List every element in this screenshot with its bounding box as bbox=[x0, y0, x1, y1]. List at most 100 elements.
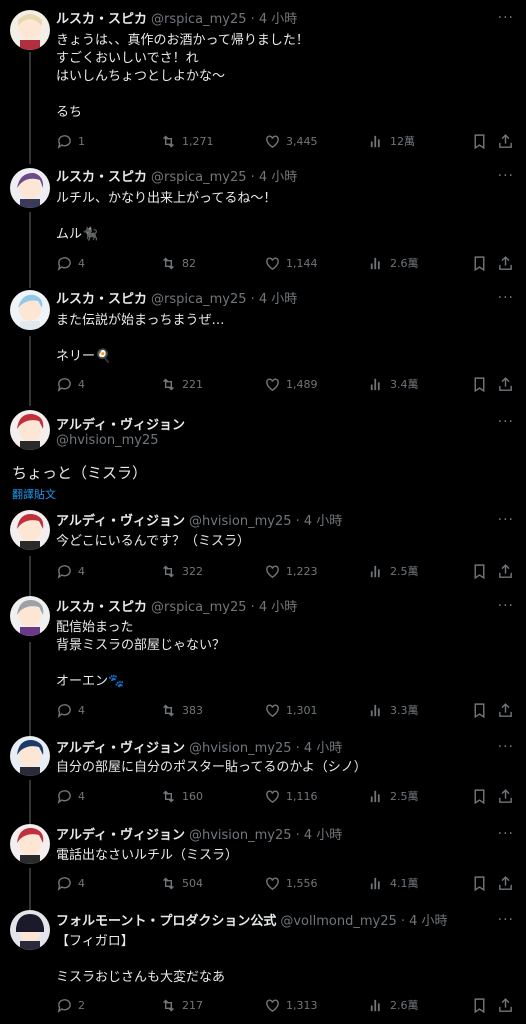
tweet-text: ルチル、かなり出来上がってるね〜！ ムル🐈‍⬛ bbox=[56, 191, 277, 242]
views-button[interactable]: 4.1萬 bbox=[368, 875, 419, 892]
avatar[interactable] bbox=[10, 410, 50, 450]
avatar[interactable] bbox=[10, 10, 50, 50]
bookmark-icon[interactable] bbox=[471, 133, 488, 154]
reply-button[interactable]: 4 bbox=[56, 255, 85, 272]
bookmark-icon[interactable] bbox=[471, 997, 488, 1018]
handle[interactable]: @rspica_my25 · 4 小時 bbox=[151, 12, 297, 27]
share-icon[interactable] bbox=[497, 563, 514, 584]
reply-button[interactable]: 4 bbox=[56, 376, 85, 393]
share-icon[interactable] bbox=[497, 788, 514, 809]
handle[interactable]: @rspica_my25 · 4 小時 bbox=[151, 600, 297, 615]
bookmark-icon[interactable] bbox=[471, 376, 488, 397]
display-name[interactable]: アルディ・ヴィジョン bbox=[56, 741, 185, 756]
like-count: 1,489 bbox=[286, 378, 318, 391]
share-icon[interactable] bbox=[497, 997, 514, 1018]
retweet-button[interactable]: 82 bbox=[160, 255, 196, 272]
tweet[interactable]: ルスカ・スピカ @rspica_my25 · 4 小時 ··· 配信始まった 背景… bbox=[0, 594, 526, 728]
avatar[interactable] bbox=[10, 510, 50, 550]
like-button[interactable]: 1,313 bbox=[264, 997, 318, 1014]
focused-tweet[interactable]: アルディ・ヴィジョン @hvision_my25 ··· ちょっと（ミスラ） 翻… bbox=[0, 406, 526, 502]
like-button[interactable]: 1,489 bbox=[264, 376, 318, 393]
like-button[interactable]: 1,116 bbox=[264, 788, 318, 805]
reply-button[interactable]: 4 bbox=[56, 875, 85, 892]
translate-link[interactable]: 翻譯貼文 bbox=[12, 486, 56, 502]
handle[interactable]: @hvision_my25 · 4 小時 bbox=[189, 828, 342, 843]
views-icon bbox=[370, 999, 380, 1012]
display-name[interactable]: ルスカ・スピカ bbox=[56, 12, 147, 27]
bookmark-icon[interactable] bbox=[471, 875, 488, 896]
handle[interactable]: @hvision_my25 · 4 小時 bbox=[189, 514, 342, 529]
retweet-button[interactable]: 383 bbox=[160, 702, 203, 719]
avatar[interactable] bbox=[10, 168, 50, 208]
display-name[interactable]: アルディ・ヴィジョン bbox=[56, 828, 185, 843]
more-icon[interactable]: ··· bbox=[498, 739, 514, 755]
more-icon[interactable]: ··· bbox=[498, 290, 514, 306]
views-button[interactable]: 2.6萬 bbox=[368, 255, 419, 272]
avatar[interactable] bbox=[10, 824, 50, 864]
tweet-header: アルディ・ヴィジョン @hvision_my25 · 4 小時 bbox=[56, 827, 342, 844]
share-icon[interactable] bbox=[497, 255, 514, 276]
tweet[interactable]: アルディ・ヴィジョン @hvision_my25 · 4 小時 ··· 電話出なさ… bbox=[0, 822, 526, 902]
handle[interactable]: @rspica_my25 · 4 小時 bbox=[151, 292, 297, 307]
more-icon[interactable]: ··· bbox=[498, 10, 514, 26]
tweet[interactable]: フォルモーント・プロダクション公式 @vollmond_my25 · 4 小時 ·… bbox=[0, 908, 526, 1024]
reply-button[interactable]: 4 bbox=[56, 788, 85, 805]
retweet-button[interactable]: 160 bbox=[160, 788, 203, 805]
like-button[interactable]: 3,445 bbox=[264, 133, 318, 150]
retweet-button[interactable]: 221 bbox=[160, 376, 203, 393]
views-button[interactable]: 12萬 bbox=[368, 133, 415, 150]
more-icon[interactable]: ··· bbox=[498, 414, 514, 430]
display-name[interactable]: アルディ・ヴィジョン bbox=[56, 514, 185, 529]
bookmark-icon[interactable] bbox=[471, 563, 488, 584]
more-icon[interactable]: ··· bbox=[498, 826, 514, 842]
handle[interactable]: @hvision_my25 bbox=[56, 433, 159, 448]
avatar[interactable] bbox=[10, 910, 50, 950]
display-name[interactable]: アルディ・ヴィジョン bbox=[56, 414, 185, 433]
handle[interactable]: @hvision_my25 · 4 小時 bbox=[189, 741, 342, 756]
tweet[interactable]: アルディ・ヴィジョン @hvision_my25 · 4 小時 ··· 今どこにい… bbox=[0, 508, 526, 588]
bookmark-icon[interactable] bbox=[471, 788, 488, 809]
tweet[interactable]: アルディ・ヴィジョン @hvision_my25 · 4 小時 ··· 自分の部屋… bbox=[0, 734, 526, 814]
reply-button[interactable]: 4 bbox=[56, 702, 85, 719]
tweet[interactable]: ルスカ・スピカ @rspica_my25 · 4 小時 ··· きょうは、、真作の… bbox=[0, 0, 526, 160]
tweet-text: きょうは、、真作のお酒かって帰りました！ すごくおいしいでさ！れ はいしんちょつ… bbox=[56, 33, 309, 120]
display-name[interactable]: ルスカ・スピカ bbox=[56, 170, 147, 185]
reply-button[interactable]: 4 bbox=[56, 563, 85, 580]
more-icon[interactable]: ··· bbox=[498, 512, 514, 528]
avatar[interactable] bbox=[10, 596, 50, 636]
bookmark-icon[interactable] bbox=[471, 255, 488, 276]
bookmark-icon[interactable] bbox=[471, 702, 488, 723]
display-name[interactable]: ルスカ・スピカ bbox=[56, 600, 147, 615]
views-button[interactable]: 3.3萬 bbox=[368, 702, 419, 719]
share-icon[interactable] bbox=[497, 133, 514, 154]
retweet-button[interactable]: 1,271 bbox=[160, 133, 214, 150]
avatar[interactable] bbox=[10, 736, 50, 776]
handle[interactable]: @vollmond_my25 · 4 小時 bbox=[280, 914, 447, 929]
retweet-button[interactable]: 217 bbox=[160, 997, 203, 1014]
tweet[interactable]: ルスカ・スピカ @rspica_my25 · 4 小時 ··· また伝説が始まっち… bbox=[0, 286, 526, 402]
share-icon[interactable] bbox=[497, 702, 514, 723]
more-icon[interactable]: ··· bbox=[498, 598, 514, 614]
share-icon[interactable] bbox=[497, 875, 514, 896]
more-icon[interactable]: ··· bbox=[498, 168, 514, 184]
like-button[interactable]: 1,144 bbox=[264, 255, 318, 272]
display-name[interactable]: ルスカ・スピカ bbox=[56, 292, 147, 307]
share-icon[interactable] bbox=[497, 376, 514, 397]
reply-button[interactable]: 2 bbox=[56, 997, 85, 1014]
retweet-count: 221 bbox=[182, 378, 203, 391]
views-button[interactable]: 2.5萬 bbox=[368, 788, 419, 805]
reply-button[interactable]: 1 bbox=[56, 133, 85, 150]
handle[interactable]: @rspica_my25 · 4 小時 bbox=[151, 170, 297, 185]
more-icon[interactable]: ··· bbox=[498, 912, 514, 928]
like-button[interactable]: 1,301 bbox=[264, 702, 318, 719]
views-button[interactable]: 3.4萬 bbox=[368, 376, 419, 393]
retweet-button[interactable]: 504 bbox=[160, 875, 203, 892]
tweet[interactable]: ルスカ・スピカ @rspica_my25 · 4 小時 ··· ルチル、かなり出来… bbox=[0, 162, 526, 282]
views-button[interactable]: 2.6萬 bbox=[368, 997, 419, 1014]
like-button[interactable]: 1,556 bbox=[264, 875, 318, 892]
display-name[interactable]: フォルモーント・プロダクション公式 bbox=[56, 914, 276, 929]
retweet-button[interactable]: 322 bbox=[160, 563, 203, 580]
views-button[interactable]: 2.5萬 bbox=[368, 563, 419, 580]
like-button[interactable]: 1,223 bbox=[264, 563, 318, 580]
avatar[interactable] bbox=[10, 290, 50, 330]
